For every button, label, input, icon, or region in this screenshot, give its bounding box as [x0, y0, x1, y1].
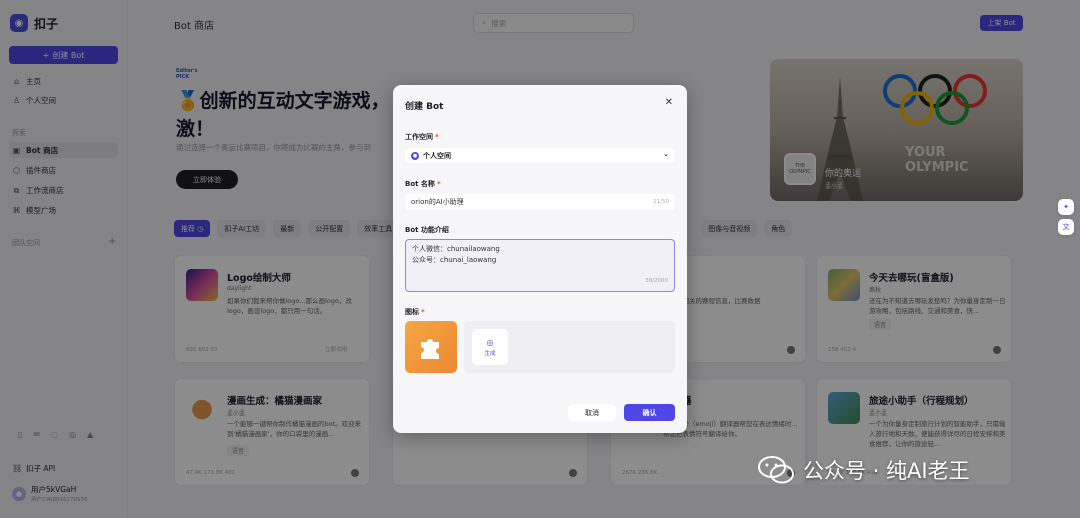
- workspace-select[interactable]: ● 个人空间 ⌄: [405, 148, 675, 163]
- close-icon[interactable]: ✕: [665, 97, 673, 108]
- description-line: 公众号：chunai_laowang: [412, 256, 497, 264]
- bot-name-label-text: Bot 名称: [405, 180, 435, 188]
- workspace-label: 工作空间 *: [405, 133, 439, 141]
- generate-icon-button[interactable]: ◎ 生成: [472, 329, 508, 365]
- sparkle-icon: ◎: [486, 337, 494, 347]
- puzzle-icon: [421, 339, 439, 359]
- workspace-value: 个人空间: [423, 151, 451, 160]
- generate-label: 生成: [484, 350, 496, 357]
- dialog-title: 创建 Bot: [405, 102, 444, 112]
- bot-name-input[interactable]: orion的AI小助理 11/50: [405, 194, 675, 210]
- workspace-label-text: 工作空间: [405, 133, 433, 141]
- bot-description-textarea[interactable]: 个人微信：chunailaowang 公众号：chunai_laowang 38…: [405, 239, 675, 292]
- translate-icon[interactable]: 文: [1058, 219, 1074, 235]
- cancel-button[interactable]: 取消: [568, 404, 616, 421]
- confirm-button[interactable]: 确认: [624, 404, 675, 421]
- description-char-count: 38/2000: [645, 278, 668, 284]
- bot-description-label: Bot 功能介绍: [405, 226, 449, 234]
- watermark: 公众号 · 纯AI老王: [757, 455, 970, 485]
- workspace-icon: ●: [411, 151, 419, 160]
- icon-label: 图标 *: [405, 308, 425, 316]
- wechat-icon: [758, 456, 794, 484]
- bot-name-char-count: 11/50: [653, 199, 669, 205]
- bot-icon-preview[interactable]: [405, 321, 457, 373]
- description-line: 个人微信：chunailaowang: [412, 245, 500, 253]
- watermark-text: 公众号 · 纯AI老王: [803, 459, 970, 483]
- bot-name-value: orion的AI小助理: [411, 198, 464, 206]
- icon-label-text: 图标: [405, 308, 419, 316]
- bot-name-label: Bot 名称 *: [405, 180, 441, 188]
- create-bot-dialog: 创建 Bot ✕ 工作空间 * ● 个人空间 ⌄ Bot 名称 * orion的AI…: [393, 85, 687, 433]
- icon-generate-area: ◎ 生成: [464, 321, 675, 373]
- chevron-down-icon: ⌄: [663, 150, 669, 158]
- ai-assistant-icon[interactable]: ✦: [1058, 199, 1074, 215]
